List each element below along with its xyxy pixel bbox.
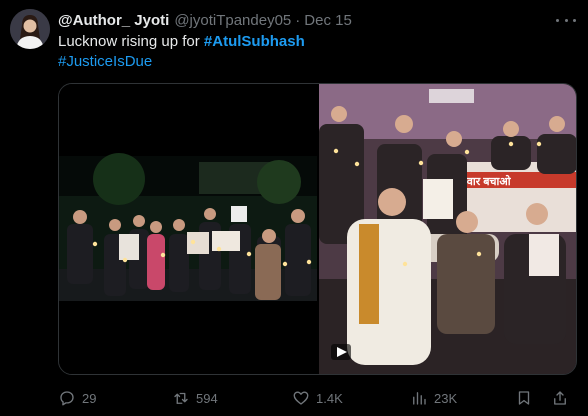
media-video[interactable]: र-परिवार बचाओ bbox=[59, 84, 577, 375]
hashtag-atulsubhash[interactable]: #AtulSubhash bbox=[204, 33, 305, 50]
tweet-media[interactable]: र-परिवार बचाओ bbox=[58, 83, 577, 375]
hashtag-justiceisdue[interactable]: #JusticeIsDue bbox=[58, 53, 152, 70]
retweet-icon bbox=[174, 392, 188, 404]
share-button[interactable] bbox=[551, 389, 569, 407]
tweet-text: Lucknow rising up for #AtulSubhash bbox=[58, 33, 305, 50]
tweet-header: @Author_ Jyoti @jyotiTpandey05 · Dec 15 bbox=[58, 10, 352, 30]
right-photo: र-परिवार बचाओ bbox=[319, 84, 576, 374]
reply-icon bbox=[60, 391, 74, 406]
separator-dot: · bbox=[295, 11, 301, 29]
action-bar: 29 594 1.4K 23K bbox=[58, 387, 577, 409]
retweet-count: 594 bbox=[196, 390, 218, 406]
like-button[interactable]: 1.4K bbox=[292, 389, 343, 407]
retweet-button[interactable]: 594 bbox=[172, 389, 218, 407]
views-button[interactable]: 23K bbox=[410, 389, 457, 407]
more-icon[interactable] bbox=[556, 12, 576, 28]
avatar[interactable] bbox=[10, 9, 50, 49]
bookmark-icon bbox=[518, 391, 530, 405]
like-count: 1.4K bbox=[316, 390, 343, 406]
tweet-date[interactable]: Dec 15 bbox=[304, 12, 352, 29]
author-name[interactable]: @Author_ Jyoti bbox=[58, 12, 169, 29]
avatar-image bbox=[10, 9, 50, 49]
views-icon bbox=[413, 392, 426, 405]
left-photo bbox=[59, 153, 317, 301]
bookmark-button[interactable] bbox=[515, 389, 533, 407]
share-icon bbox=[554, 391, 566, 405]
heart-icon bbox=[293, 391, 309, 405]
tweet-text-prefix: Lucknow rising up for bbox=[58, 33, 204, 50]
play-icon[interactable] bbox=[331, 344, 351, 360]
views-count: 23K bbox=[434, 390, 458, 406]
reply-button[interactable]: 29 bbox=[58, 389, 96, 407]
author-handle[interactable]: @jyotiTpandey05 bbox=[174, 12, 291, 29]
reply-count: 29 bbox=[82, 390, 97, 406]
